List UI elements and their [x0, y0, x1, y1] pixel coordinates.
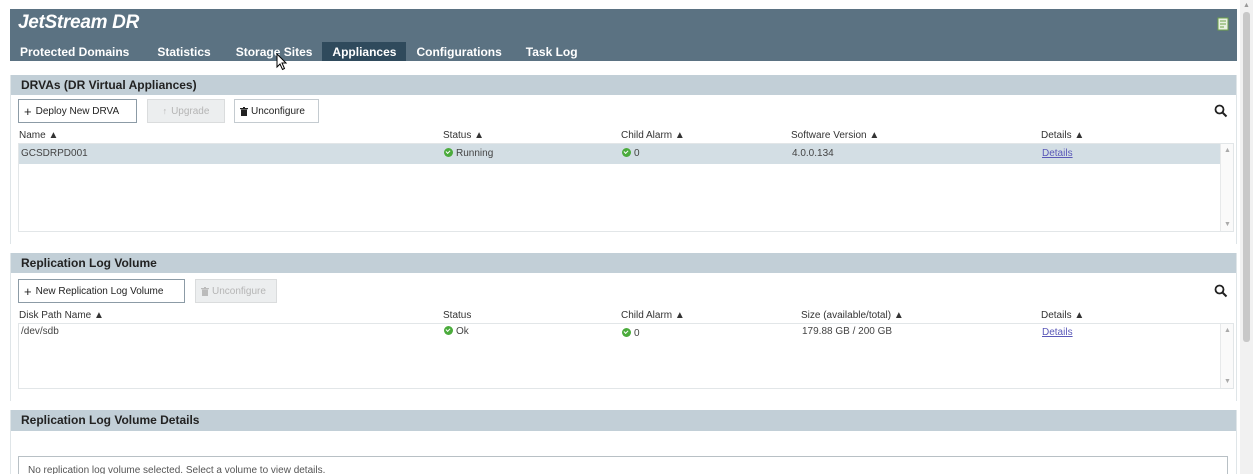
volume-child-alarm: 0 [622, 328, 640, 339]
drva-name: GCSDRPD001 [21, 148, 88, 159]
replication-details-box: No replication log volume selected. Sele… [18, 456, 1228, 474]
drva-details-link[interactable]: Details [1042, 148, 1073, 159]
drva-grid-body: GCSDRPD001 Running 0 4.0.0.134 Details ▲… [18, 143, 1234, 232]
column-software-version[interactable]: Software Version ▲ [791, 130, 879, 141]
page-scroll-thumb[interactable] [1243, 12, 1250, 342]
drva-panel: DRVAs (DR Virtual Appliances) + Deploy N… [10, 75, 1237, 244]
search-icon[interactable] [1214, 284, 1228, 298]
replication-panel: Replication Log Volume + New Replication… [10, 253, 1237, 401]
table-row[interactable]: GCSDRPD001 Running 0 4.0.0.134 Details [19, 144, 1233, 164]
volume-size: 179.88 GB / 200 GB [802, 326, 893, 337]
check-circle-icon [444, 148, 453, 157]
report-icon[interactable] [1217, 17, 1229, 31]
unconfigure-label: Unconfigure [251, 105, 305, 117]
volume-status: Ok [444, 326, 469, 337]
tab-storage-sites[interactable]: Storage Sites [226, 42, 323, 61]
plus-icon: + [24, 103, 32, 119]
tab-configurations[interactable]: Configurations [406, 42, 511, 61]
column-details[interactable]: Details ▲ [1041, 310, 1084, 321]
scroll-up-icon[interactable]: ▲ [1224, 147, 1231, 154]
check-circle-icon [622, 148, 631, 157]
volume-disk-path: /dev/sdb [21, 326, 59, 337]
drva-toolbar: + Deploy New DRVA ↑ Upgrade Unconfigure [11, 95, 1236, 129]
app-title: JetStream DR [18, 12, 140, 33]
mouse-cursor-icon [276, 53, 288, 71]
volume-details-link[interactable]: Details [1042, 327, 1073, 338]
unconfigure-volume-label: Unconfigure [212, 285, 266, 297]
upgrade-label: Upgrade [171, 105, 210, 117]
unconfigure-volume-button[interactable]: Unconfigure [195, 279, 277, 303]
drva-child-alarm: 0 [622, 148, 640, 159]
upgrade-button[interactable]: ↑ Upgrade [147, 99, 225, 123]
tab-statistics[interactable]: Statistics [147, 42, 220, 61]
column-child-alarm[interactable]: Child Alarm ▲ [621, 310, 685, 321]
replication-scrollbar[interactable]: ▲ ▼ [1220, 324, 1233, 388]
check-circle-icon [622, 328, 631, 337]
column-details[interactable]: Details ▲ [1041, 130, 1084, 141]
scroll-up-icon[interactable]: ▲ [1224, 327, 1231, 334]
column-status[interactable]: Status [443, 310, 471, 321]
column-child-alarm[interactable]: Child Alarm ▲ [621, 130, 685, 141]
replication-toolbar: + New Replication Log Volume Unconfigure [11, 273, 1236, 309]
tab-task-log[interactable]: Task Log [516, 42, 588, 61]
scroll-up-icon[interactable]: ▲ [1243, 2, 1250, 9]
scroll-down-icon[interactable]: ▼ [1224, 378, 1231, 385]
new-replication-log-volume-label: New Replication Log Volume [35, 285, 164, 297]
main-nav: Protected Domains Statistics Storage Sit… [10, 42, 588, 61]
column-status[interactable]: Status ▲ [443, 130, 484, 141]
table-row[interactable]: /dev/sdb Ok 0 179.88 GB / 200 GB Details [19, 324, 1233, 344]
tab-protected-domains[interactable]: Protected Domains [10, 42, 139, 61]
column-size[interactable]: Size (available/total) ▲ [801, 310, 904, 321]
replication-details-title: Replication Log Volume Details [11, 410, 1236, 431]
column-name[interactable]: Name ▲ [19, 130, 58, 141]
new-replication-log-volume-button[interactable]: + New Replication Log Volume [18, 279, 185, 303]
trash-icon [240, 106, 248, 116]
check-circle-icon [444, 326, 453, 335]
replication-grid-header: Disk Path Name ▲ Status Child Alarm ▲ Si… [11, 309, 1236, 323]
drva-software-version: 4.0.0.134 [792, 148, 834, 159]
replication-panel-title: Replication Log Volume [11, 253, 1236, 273]
deploy-new-drva-label: Deploy New DRVA [35, 105, 120, 117]
plus-icon: + [24, 283, 32, 299]
upload-icon: ↑ [162, 106, 168, 116]
drva-panel-title: DRVAs (DR Virtual Appliances) [11, 75, 1236, 95]
scroll-down-icon[interactable]: ▼ [1224, 221, 1231, 228]
tab-appliances[interactable]: Appliances [322, 42, 407, 61]
search-icon[interactable] [1214, 104, 1228, 118]
page-scrollbar[interactable]: ▲ [1240, 0, 1253, 474]
app-header: JetStream DR Protected Domains Statistic… [10, 9, 1237, 61]
unconfigure-drva-button[interactable]: Unconfigure [234, 99, 319, 123]
drva-grid-header: Name ▲ Status ▲ Child Alarm ▲ Software V… [11, 129, 1236, 143]
replication-grid-body: /dev/sdb Ok 0 179.88 GB / 200 GB Details… [18, 323, 1234, 389]
column-disk-path-name[interactable]: Disk Path Name ▲ [19, 310, 104, 321]
replication-details-message: No replication log volume selected. Sele… [28, 465, 326, 474]
drva-status: Running [444, 148, 493, 159]
deploy-new-drva-button[interactable]: + Deploy New DRVA [18, 99, 137, 123]
trash-icon [201, 286, 209, 296]
replication-details-panel: Replication Log Volume Details No replic… [10, 410, 1237, 474]
drva-scrollbar[interactable]: ▲ ▼ [1220, 144, 1233, 231]
